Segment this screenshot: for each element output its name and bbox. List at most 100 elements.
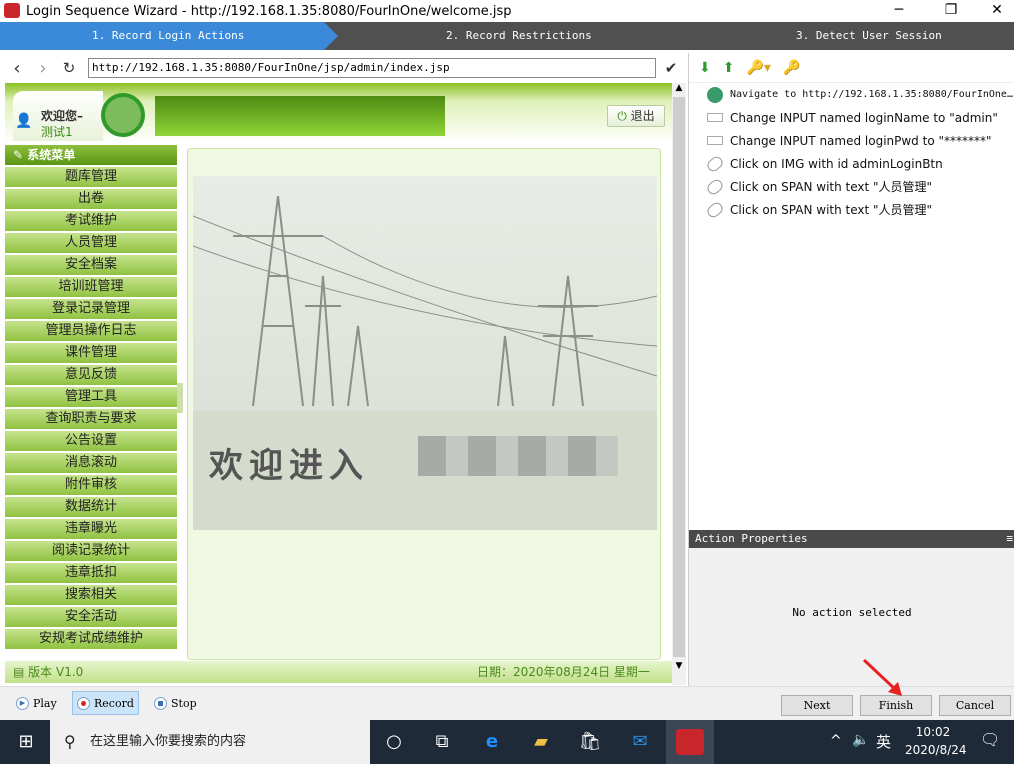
action-text: Click on IMG with id adminLoginBtn (730, 156, 943, 171)
mouse-icon (705, 176, 725, 197)
cortana-icon[interactable]: ○ (380, 728, 408, 756)
notification-icon[interactable]: 🗨 (980, 730, 1000, 749)
site-banner (155, 96, 445, 136)
logo (101, 93, 145, 137)
file-explorer-icon[interactable]: ▰ (527, 728, 555, 756)
menu-item[interactable]: 附件审核 (5, 475, 177, 495)
menu-item[interactable]: 人员管理 (5, 233, 177, 253)
menu-item[interactable]: 出卷 (5, 189, 177, 209)
menu-item[interactable]: 意见反馈 (5, 365, 177, 385)
welcome-image: 欢迎进入 (193, 176, 657, 530)
menu-item[interactable]: 公告设置 (5, 431, 177, 451)
mail-icon[interactable]: ✉ (626, 728, 654, 756)
action-item[interactable]: Change INPUT named loginPwd to "*******" (689, 129, 1014, 152)
menu-item[interactable]: 阅读记录统计 (5, 541, 177, 561)
record-button[interactable]: Record (72, 691, 139, 715)
wizard-steps: 1. Record Login Actions 2. Record Restri… (0, 22, 1014, 50)
title-bar: Login Sequence Wizard - http://192.168.1… (0, 0, 1014, 22)
ime-indicator[interactable]: 英 (876, 731, 891, 752)
refresh-icon[interactable]: ↻ (56, 59, 82, 77)
sidebar-toggle[interactable] (177, 383, 183, 413)
action-text: Change INPUT named loginName to "admin" (730, 110, 998, 125)
step-2: 2. Record Restrictions (446, 29, 592, 42)
stop-icon (154, 696, 167, 710)
power-icon: ⏻ (617, 109, 627, 123)
site-header: 👤 欢迎您– 测试1 ⏻ 退出 (5, 83, 672, 143)
play-button[interactable]: ▶ Play (12, 691, 61, 715)
app-icon (4, 3, 20, 18)
action-item[interactable]: Click on SPAN with text "人员管理" (689, 175, 1014, 198)
sidebar-menu: ✎ 系统菜单 题库管理 出卷 考试维护 人员管理 安全档案 培训班管理 登录记录管理 管理员操… (5, 145, 177, 663)
action-properties-body: No action selected (689, 548, 1014, 686)
close-button[interactable]: ✕ (974, 0, 1014, 22)
menu-item[interactable]: 课件管理 (5, 343, 177, 363)
menu-item[interactable]: 搜索相关 (5, 585, 177, 605)
logout-label: 退出 (630, 109, 655, 123)
no-action-text: No action selected (792, 606, 912, 619)
tray-chevron-icon[interactable]: ^ (830, 733, 842, 749)
welcome-text: 欢迎您– (41, 109, 84, 123)
stop-button[interactable]: Stop (150, 691, 201, 715)
move-down-icon[interactable]: ⬇ (699, 60, 711, 76)
menu-item[interactable]: 安全档案 (5, 255, 177, 275)
step-3: 3. Detect User Session (796, 29, 942, 42)
app-taskbar-button[interactable] (666, 720, 714, 764)
mouse-icon (705, 153, 725, 174)
version-text: 版本 V1.0 (28, 665, 84, 679)
window-title: Login Sequence Wizard - http://192.168.1… (26, 3, 512, 19)
menu-item[interactable]: 违章抵扣 (5, 563, 177, 583)
menu-item[interactable]: 培训班管理 (5, 277, 177, 297)
menu-item[interactable]: 安规考试成绩维护 (5, 629, 177, 649)
remove-key-icon[interactable]: 🔑 (783, 60, 800, 76)
start-icon[interactable]: ⊞ (12, 728, 40, 756)
finish-button[interactable]: Finish (860, 695, 932, 716)
action-text: Navigate to http://192.168.1.35:8080/Fou… (730, 89, 1013, 100)
cancel-button[interactable]: Cancel (939, 695, 1011, 716)
menu-item[interactable]: 题库管理 (5, 167, 177, 187)
action-item[interactable]: Navigate to http://192.168.1.35:8080/Fou… (689, 83, 1014, 106)
taskbar: ⊞ ⚲ 在这里输入你要搜索的内容 ○ ⧉ e ▰ 🛍 ✉ ^ 🔈 英 10:02 2… (0, 720, 1014, 764)
forward-icon[interactable]: › (30, 58, 56, 79)
maximize-button[interactable]: ❐ (928, 0, 974, 22)
minimize-button[interactable]: ─ (876, 0, 922, 22)
play-icon: ▶ (16, 696, 29, 710)
menu-item[interactable]: 登录记录管理 (5, 299, 177, 319)
url-input[interactable]: http://192.168.1.35:8080/FourInOne/jsp/a… (88, 58, 656, 78)
clock[interactable]: 10:02 2020/8/24 (905, 725, 967, 757)
move-up-icon[interactable]: ⬆ (723, 60, 735, 76)
menu-item[interactable]: 管理员操作日志 (5, 321, 177, 341)
globe-icon (707, 86, 723, 103)
next-button[interactable]: Next (781, 695, 853, 716)
add-key-icon[interactable]: 🔑▾ (746, 60, 770, 76)
search-icon: ⚲ (64, 732, 76, 751)
action-text: Change INPUT named loginPwd to "*******" (730, 133, 992, 148)
action-item[interactable]: Change INPUT named loginName to "admin" (689, 106, 1014, 129)
action-item[interactable]: Click on IMG with id adminLoginBtn (689, 152, 1014, 175)
record-label: Record (94, 696, 134, 710)
web-view: 👤 欢迎您– 测试1 ⏻ 退出 ✎ 系统菜单 题库管理 出卷 考试维护 人员管理 安全档… (0, 83, 672, 685)
logout-button[interactable]: ⏻ 退出 (607, 105, 665, 127)
go-check-icon[interactable]: ✔ (658, 59, 684, 77)
back-icon[interactable]: ‹ (4, 58, 30, 79)
taskbar-search[interactable]: ⚲ 在这里输入你要搜索的内容 (50, 720, 370, 764)
menu-item[interactable]: 安全活动 (5, 607, 177, 627)
mouse-icon (705, 199, 725, 220)
store-icon[interactable]: 🛍 (576, 728, 604, 756)
action-text: Click on SPAN with text "人员管理" (730, 180, 933, 194)
site-footer: ▤ 版本 V1.0 日期：2020年08月24日 星期一 (5, 661, 672, 683)
menu-item[interactable]: 管理工具 (5, 387, 177, 407)
volume-icon[interactable]: 🔈 (852, 732, 869, 748)
menu-item[interactable]: 查询职责与要求 (5, 409, 177, 429)
menu-item[interactable]: 考试维护 (5, 211, 177, 231)
menu-icon[interactable]: ≡ (1006, 530, 1013, 548)
version-icon: ▤ (13, 665, 25, 679)
menu-item[interactable]: 违章曝光 (5, 519, 177, 539)
play-label: Play (33, 696, 57, 710)
task-view-icon[interactable]: ⧉ (428, 728, 456, 756)
record-icon (77, 696, 90, 710)
edge-icon[interactable]: e (478, 728, 506, 756)
web-scrollbar[interactable]: ▲ ▼ (672, 83, 686, 685)
action-item[interactable]: Click on SPAN with text "人员管理" (689, 198, 1014, 221)
menu-item[interactable]: 数据统计 (5, 497, 177, 517)
menu-item[interactable]: 消息滚动 (5, 453, 177, 473)
